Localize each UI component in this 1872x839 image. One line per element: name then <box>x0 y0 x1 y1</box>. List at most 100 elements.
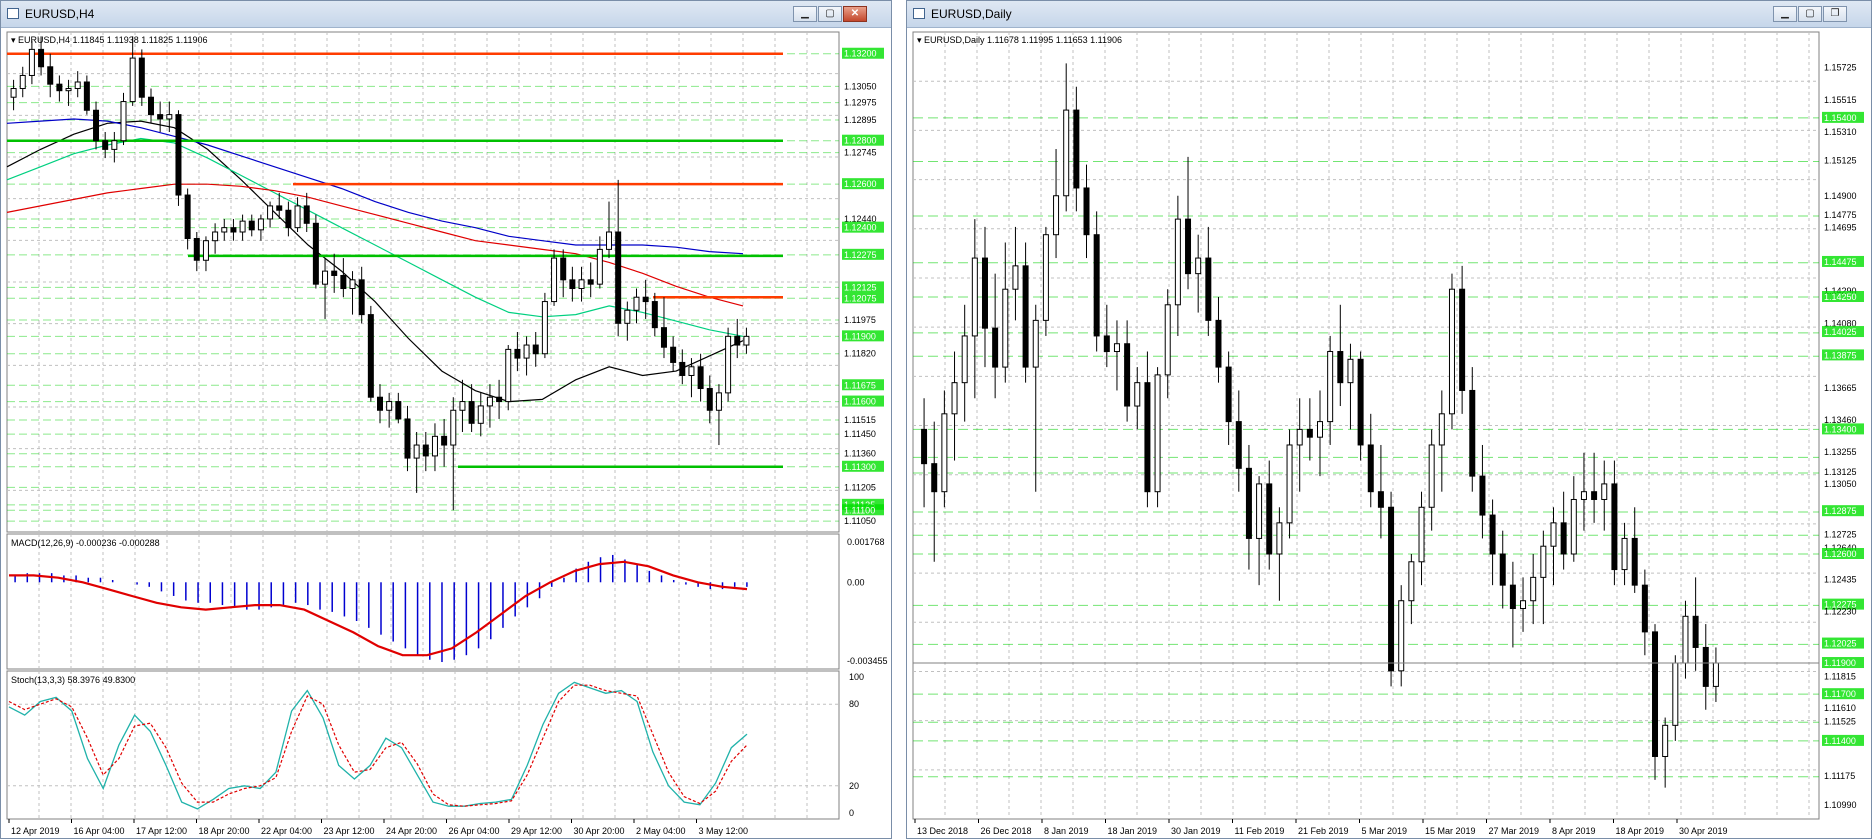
daily-candle-body <box>1195 257 1202 275</box>
stoch-label: Stoch(13,3,3) 58.3976 49.8300 <box>11 675 135 685</box>
h4-candle-body <box>358 279 365 316</box>
daily-candle-body <box>1266 483 1273 555</box>
daily-chart[interactable]: 1.15725 1.15515 1.15400 1.15310 1.15125 1.149… <box>909 29 1869 837</box>
h4-candle-body <box>587 279 594 285</box>
daily-candle-body <box>1225 366 1232 423</box>
price-axis-label: 1.12800 <box>844 136 877 146</box>
daily-candle-body <box>1479 475 1486 516</box>
price-axis-label: 1.11515 <box>844 415 876 425</box>
price-axis-label: 1.12745 <box>844 148 877 158</box>
h4-titlebar[interactable]: EURUSD,H4 ▁ ▢ ✕ <box>1 1 891 28</box>
daily-candle-body <box>1530 576 1537 602</box>
close-button[interactable]: ✕ <box>843 6 867 22</box>
h4-candle-body <box>65 88 72 92</box>
h4-candle-body <box>303 205 310 224</box>
price-axis-label: 1.10990 <box>1824 800 1857 810</box>
h4-candle-body <box>102 140 109 150</box>
h4-candle-body <box>276 205 283 211</box>
daily-window-title: EURUSD,Daily <box>931 7 1012 21</box>
daily-candle-body <box>1591 491 1598 500</box>
h4-candle-body <box>10 88 17 98</box>
h4-candle-body <box>532 344 539 355</box>
h4-candle-body <box>83 81 90 111</box>
date-axis-label: 5 Mar 2019 <box>1362 826 1408 836</box>
h4-candle-body <box>230 227 237 233</box>
moving-average-line <box>6 120 744 403</box>
h4-candle-body <box>404 418 411 459</box>
daily-candle-body <box>1185 218 1192 275</box>
daily-candle-body <box>1469 389 1476 477</box>
price-axis-label: 1.15125 <box>1824 156 1857 166</box>
h4-candle-body <box>541 301 548 355</box>
price-axis-label: 1.11050 <box>844 516 876 526</box>
minimize-button[interactable]: ▁ <box>793 6 817 22</box>
h4-candle-body <box>596 248 603 285</box>
restore-button[interactable]: ❐ <box>1823 6 1847 22</box>
h4-candle-body <box>459 401 466 411</box>
h4-candle-body <box>422 444 429 457</box>
daily-chart-window[interactable]: EURUSD,Daily ▁ ▢ ❐ 1.15725 1.15515 1.15400… <box>906 0 1872 839</box>
h4-candle-body <box>569 279 576 290</box>
maximize-button[interactable]: ▢ <box>1798 6 1822 22</box>
daily-candle-body <box>981 257 988 329</box>
h4-chart-window[interactable]: EURUSD,H4 ▁ ▢ ✕ 1.13200 1.13050 1.12975 1.1… <box>0 0 892 839</box>
h4-candle-body <box>248 220 255 231</box>
price-axis-label: 1.11700 <box>1824 689 1856 699</box>
h4-candle-body <box>514 348 521 359</box>
daily-candle-body <box>1662 724 1669 757</box>
daily-info-label: ▾ EURUSD,Daily 1.11678 1.11995 1.11653 1… <box>917 35 1122 45</box>
price-axis-label: 1.11175 <box>1824 771 1855 781</box>
daily-candle-body <box>961 335 968 384</box>
price-axis-label: 1.12400 <box>844 223 877 233</box>
price-axis-label: 1.12075 <box>844 293 877 303</box>
h4-candle-body <box>212 231 219 242</box>
h4-candle-body <box>615 231 622 324</box>
daily-candle-body <box>1398 600 1405 672</box>
h4-info-label: ▾ EURUSD,H4 1.11845 1.11938 1.11825 1.11… <box>11 35 208 45</box>
h4-candle-body <box>257 218 264 231</box>
daily-candle-body <box>1631 537 1638 586</box>
price-axis-label: 1.15725 <box>1824 62 1857 72</box>
date-axis-label: 30 Jan 2019 <box>1171 826 1221 836</box>
price-axis-label: 1.14025 <box>1824 327 1857 337</box>
stoch-axis-label: 20 <box>849 781 859 791</box>
h4-candle-body <box>688 366 695 376</box>
date-axis-label: 27 Mar 2019 <box>1489 826 1540 836</box>
price-axis-label: 1.13125 <box>1824 467 1857 477</box>
stoch-axis-label: 100 <box>849 672 864 682</box>
h4-candle-body <box>38 48 45 68</box>
h4-candle-body <box>715 392 722 411</box>
h4-candle-body <box>679 361 686 376</box>
price-axis-label: 1.11525 <box>1824 716 1856 726</box>
minimize-button[interactable]: ▁ <box>1773 6 1797 22</box>
h4-candle-body <box>147 96 154 116</box>
h4-candle-body <box>193 238 200 261</box>
daily-candle-body <box>1438 413 1445 446</box>
date-axis-label: 3 May 12:00 <box>699 826 749 836</box>
daily-candle-body <box>1652 631 1659 757</box>
macd-axis-label: 0.00 <box>847 577 865 587</box>
date-axis-label: 12 Apr 2019 <box>11 826 60 836</box>
daily-candle-body <box>1459 288 1466 391</box>
h4-chart[interactable]: 1.13200 1.13050 1.12975 1.12895 1.12800 1.127… <box>3 29 889 837</box>
daily-candle-body <box>1215 319 1222 368</box>
maximize-button[interactable]: ▢ <box>818 6 842 22</box>
daily-candle-body <box>1083 187 1090 236</box>
price-axis-label: 1.11610 <box>1824 703 1856 713</box>
h4-candle-body <box>175 114 182 196</box>
date-axis-label: 26 Apr 04:00 <box>449 826 500 836</box>
daily-candle-body <box>1692 615 1699 648</box>
daily-candle-body <box>1174 218 1181 306</box>
h4-candle-body <box>93 109 100 142</box>
daily-candle-body <box>1235 421 1242 469</box>
price-axis-label: 1.11205 <box>844 482 876 492</box>
date-axis-label: 29 Apr 12:00 <box>511 826 562 836</box>
daily-titlebar[interactable]: EURUSD,Daily ▁ ▢ ❐ <box>907 1 1871 28</box>
h4-candle-body <box>477 405 484 424</box>
h4-candle-body <box>431 435 438 457</box>
h4-candle-body <box>377 396 383 411</box>
macd-label: MACD(12,26,9) -0.000236 -0.000288 <box>11 538 160 548</box>
h4-candle-body <box>413 444 420 459</box>
daily-candle-body <box>1418 506 1425 563</box>
daily-candle-body <box>1550 522 1557 547</box>
